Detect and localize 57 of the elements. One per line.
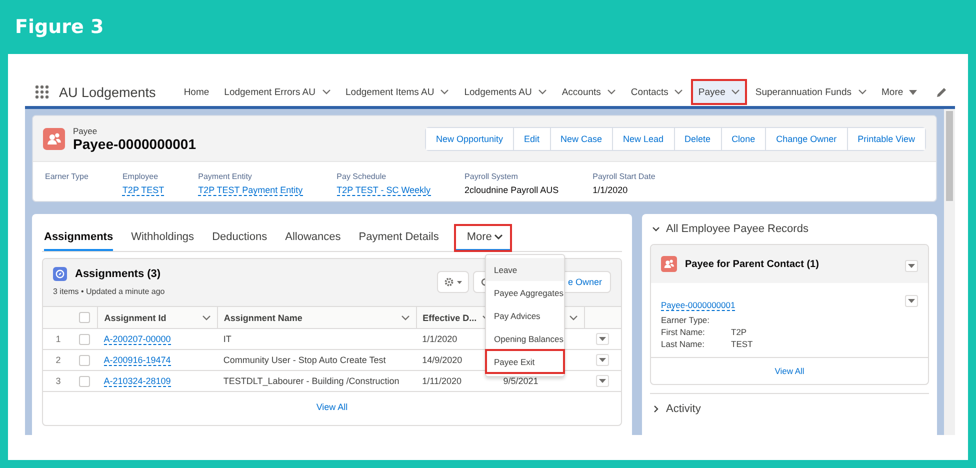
tab[interactable]: Withholdings [131,231,194,251]
section-header[interactable]: All Employee Payee Records [650,214,929,244]
assignment-id-link[interactable]: A-210324-28109 [104,376,171,387]
nav-tab[interactable]: Superannuation Funds [749,80,872,104]
field-label: Payment Entity [198,172,253,181]
tab[interactable]: More [454,225,511,251]
table-cell: TESTDLT_Labourer - Building /Construction [217,370,416,392]
record-link[interactable]: Payee-0000000001 [661,300,736,311]
field-label: Last Name: [661,339,706,349]
assignment-id-link[interactable]: A-200207-00000 [104,334,171,345]
record-name: Payee-0000000001 [73,136,196,152]
table-cell: Community User - Stop Auto Create Test [217,350,416,370]
assignment-id-link[interactable]: A-200916-19474 [104,355,171,366]
nav-tab[interactable]: Lodgement Items AU [340,80,456,104]
field-label: Payroll System [464,172,519,181]
row-number: 2 [43,350,74,370]
tab[interactable]: Deductions [212,231,268,251]
object-label: Payee [73,126,98,136]
nav-tab[interactable]: Lodgement Errors AU [218,80,337,104]
tab[interactable]: Payment Details [358,231,439,251]
field-label: Earner Type [45,172,88,181]
field-label: Payroll Start Date [592,172,656,181]
related-list-title: Assignments (3) [75,268,161,280]
field-link[interactable]: T2P TEST - SC Weekly [336,185,431,196]
nav-tab[interactable]: Contacts [624,80,690,104]
nav-tab[interactable]: Lodgements AU [458,80,553,104]
field-value: T2P [731,327,747,337]
action-button[interactable]: Printable View [846,128,925,150]
section-header[interactable]: Activity [650,394,929,424]
table-cell: IT [217,328,416,350]
tab[interactable]: Allowances [285,231,341,251]
view-all-link[interactable]: View All [43,392,621,412]
field-value: 1/1/2020 [592,185,629,195]
related-list-meta: 3 items • Updated a minute ago [53,287,165,296]
tab[interactable]: Assignments [44,231,114,251]
nav-tab[interactable]: More [876,80,924,104]
field-label: First Name: [661,327,706,337]
card-title: Payee for Parent Contact (1) [685,258,819,270]
field-link[interactable]: T2P TEST Payment Entity [198,185,303,196]
nav-tab[interactable]: Payee [692,80,746,104]
nav-tab[interactable]: Home [178,80,216,104]
menu-item[interactable]: Payee Aggregates [486,281,564,304]
column-header[interactable]: Assignment Name [224,312,302,322]
view-all-link[interactable]: View All [651,358,928,384]
nav-tab[interactable]: Accounts [556,80,622,104]
row-number: 3 [43,370,74,392]
menu-item[interactable]: Leave [486,258,564,281]
menu-item[interactable]: Pay Advices [486,304,564,327]
app-name: AU Lodgements [59,84,156,100]
figure-title: Figure 3 [15,16,104,38]
field-label: Pay Schedule [336,172,388,181]
field-label: Employee [122,172,160,181]
field-label: Earner Type: [661,315,711,325]
field-value: 2cloudnine Payroll AUS [464,185,559,195]
field-link[interactable]: T2P TEST [122,185,164,196]
row-number: 1 [43,328,74,350]
field-value: TEST [731,339,753,349]
